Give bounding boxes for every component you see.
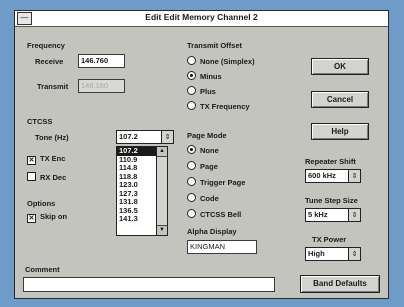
repeater-shift-arrow-icon[interactable]: ⇕ xyxy=(348,170,360,182)
title-bar: — Edit Edit Memory Channel 2 xyxy=(15,11,388,27)
rx-decode-box-icon xyxy=(27,172,36,181)
transmit-input[interactable]: 146.160 xyxy=(78,79,125,93)
radio-icon xyxy=(187,177,196,186)
radio-icon xyxy=(187,161,196,170)
offset-none-label: None (Simplex) xyxy=(200,57,255,66)
transmit-label: Transmit xyxy=(37,82,69,91)
transmit-offset-label: Transmit Offset xyxy=(187,41,243,50)
tone-options-list[interactable]: 107.2 110.9 114.8 118.8 123.0 127.3 131.… xyxy=(116,146,168,236)
radio-icon xyxy=(187,209,196,218)
tone-list-scrollbar[interactable]: ▲ ▼ xyxy=(156,147,167,235)
rx-decode-checkbox[interactable]: RX Dec xyxy=(27,172,66,182)
tx-power-label: TX Power xyxy=(312,235,347,244)
tx-encode-checkbox[interactable]: ✕ TX Enc xyxy=(27,154,65,165)
page-page-radio[interactable]: Page xyxy=(187,161,218,171)
offset-plus-radio[interactable]: Plus xyxy=(187,86,216,96)
radio-selected-icon xyxy=(187,71,196,80)
skip-label: Skip on xyxy=(40,212,68,221)
options-label: Options xyxy=(27,199,56,208)
help-button[interactable]: Help xyxy=(311,123,369,140)
cancel-button[interactable]: Cancel xyxy=(311,91,369,108)
scroll-down-arrow-icon[interactable]: ▼ xyxy=(157,225,167,235)
tx-power-arrow-icon[interactable]: ⇕ xyxy=(348,248,360,260)
tx-encode-label: TX Enc xyxy=(40,154,66,163)
alpha-display-input[interactable]: KINGMAN xyxy=(187,240,257,254)
skip-check-icon: ✕ xyxy=(27,214,36,223)
tone-label: Tone (Hz) xyxy=(35,133,69,142)
offset-tx-frequency-label: TX Frequency xyxy=(200,102,250,111)
page-none-label: None xyxy=(200,146,219,155)
radio-icon xyxy=(187,56,196,65)
radio-icon xyxy=(187,86,196,95)
tx-encode-check-icon: ✕ xyxy=(27,156,36,165)
repeater-shift-value: 600 kHz xyxy=(308,171,336,180)
band-defaults-button[interactable]: Band Defaults xyxy=(300,275,380,293)
scroll-up-arrow-icon[interactable]: ▲ xyxy=(157,147,167,157)
offset-tx-frequency-radio[interactable]: TX Frequency xyxy=(187,101,250,111)
page-code-radio[interactable]: Code xyxy=(187,193,219,203)
page-ctcss-bell-label: CTCSS Bell xyxy=(200,210,242,219)
receive-label: Receive xyxy=(35,57,64,66)
page-mode-label: Page Mode xyxy=(187,131,227,140)
radio-selected-icon xyxy=(187,145,196,154)
tune-step-value: 5 kHz xyxy=(308,210,328,219)
tx-power-value: High xyxy=(308,249,325,258)
repeater-shift-label: Repeater Shift xyxy=(305,157,356,166)
skip-checkbox[interactable]: ✕ Skip on xyxy=(27,212,67,223)
tx-power-select[interactable]: High ⇕ xyxy=(305,247,361,261)
alpha-display-label: Alpha Display xyxy=(187,227,237,236)
tune-step-label: Tune Step Size xyxy=(305,196,358,205)
offset-plus-label: Plus xyxy=(200,87,216,96)
ok-button[interactable]: OK xyxy=(311,58,369,75)
rx-decode-label: RX Dec xyxy=(40,173,67,182)
page-ctcss-bell-radio[interactable]: CTCSS Bell xyxy=(187,209,241,219)
page-none-radio[interactable]: None xyxy=(187,145,219,155)
page-page-label: Page xyxy=(200,162,218,171)
tone-select-value: 107.2 xyxy=(119,132,138,141)
receive-input[interactable]: 146.760 xyxy=(78,54,125,68)
frequency-label: Frequency xyxy=(27,41,65,50)
edit-memory-dialog: — Edit Edit Memory Channel 2 Frequency R… xyxy=(14,10,389,299)
radio-icon xyxy=(187,101,196,110)
offset-minus-label: Minus xyxy=(200,72,222,81)
tone-select[interactable]: 107.2 ⇕ xyxy=(116,130,174,144)
dialog-title: Edit Edit Memory Channel 2 xyxy=(145,12,258,22)
comment-input[interactable] xyxy=(23,277,275,292)
tone-dropdown-arrow-icon[interactable]: ⇕ xyxy=(161,131,173,143)
repeater-shift-select[interactable]: 600 kHz ⇕ xyxy=(305,169,361,183)
offset-none-radio[interactable]: None (Simplex) xyxy=(187,56,255,66)
radio-icon xyxy=(187,193,196,202)
page-code-label: Code xyxy=(200,194,219,203)
tune-step-arrow-icon[interactable]: ⇕ xyxy=(348,209,360,221)
tune-step-select[interactable]: 5 kHz ⇕ xyxy=(305,208,361,222)
ctcss-label: CTCSS xyxy=(27,117,53,126)
offset-minus-radio[interactable]: Minus xyxy=(187,71,222,81)
page-trigger-radio[interactable]: Trigger Page xyxy=(187,177,245,187)
comment-label: Comment xyxy=(25,265,60,274)
page-trigger-label: Trigger Page xyxy=(200,178,246,187)
